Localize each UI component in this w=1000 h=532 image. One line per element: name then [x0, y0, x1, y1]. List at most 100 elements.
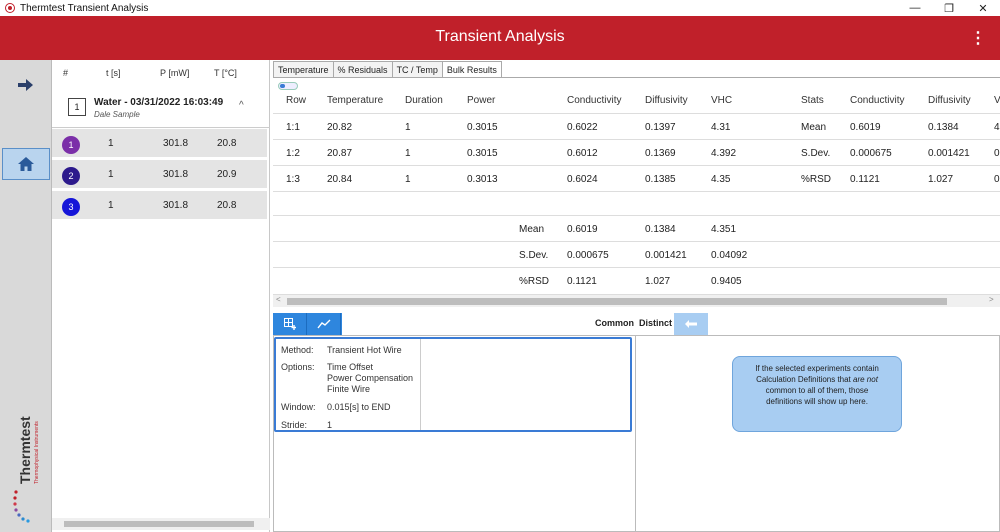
bulk-results-grid: Row Temperature Duration Power Conductiv…	[273, 77, 1000, 310]
cell-vhc: 4.35	[711, 174, 731, 185]
minimize-button[interactable]: —	[898, 0, 932, 16]
cell-stat-label: %RSD	[801, 174, 832, 185]
sample-subtitle: Dale Sample	[94, 110, 140, 119]
calculation-definition-card[interactable]: Method: Transient Hot Wire Options: Time…	[274, 337, 632, 432]
cell-stat-conductivity: 0.000675	[850, 148, 892, 159]
list-horizontal-scrollbar[interactable]	[52, 518, 270, 530]
cell-diffusivity: 0.1385	[645, 174, 676, 185]
summary-diffusivity: 0.1384	[645, 224, 676, 235]
summary-row: %RSD 0.1121 1.027 0.9405	[273, 267, 1000, 292]
thermtest-logo: Thermtest Thermophysical Instruments	[13, 416, 40, 523]
maximize-button[interactable]: ❐	[932, 0, 966, 16]
cell-stat-diffusivity: 1.027	[928, 174, 954, 185]
home-button[interactable]	[2, 148, 50, 180]
move-back-button[interactable]	[674, 313, 708, 335]
info-message-box: If the selected experiments contain Calc…	[732, 356, 902, 432]
view-mode-toolbar	[273, 313, 342, 335]
summary-label: Mean	[519, 224, 545, 235]
experiment-power: 301.8	[163, 200, 189, 211]
experiment-time: 1	[108, 200, 114, 211]
table-row-empty	[273, 191, 1000, 215]
column-header-diffusivity: Diffusivity	[645, 95, 688, 106]
sample-group-header[interactable]: 1 Water - 03/31/2022 16:03:49 Dale Sampl…	[52, 88, 270, 128]
cell-power: 0.3015	[467, 122, 498, 133]
tab-tc-temp[interactable]: TC / Temp	[391, 61, 443, 77]
experiment-row[interactable]: 1 1 301.8 20.8	[52, 129, 267, 159]
summary-conductivity: 0.6019	[567, 224, 598, 235]
column-header-vhc: VHC	[711, 95, 733, 106]
cell-row: 1:2	[286, 148, 300, 159]
grid-horizontal-scrollbar[interactable]: < >	[273, 294, 1000, 307]
cell-stat-diffusivity: 0.001421	[928, 148, 970, 159]
cell-stat-label: S.Dev.	[801, 148, 831, 159]
column-header-stats: Stats	[801, 95, 824, 106]
more-menu-icon[interactable]: ⋮	[970, 28, 986, 48]
experiment-list-panel: # t [s] P [mW] T [°C] 1 Water - 03/31/20…	[52, 60, 270, 532]
app-logo-icon	[5, 3, 15, 13]
summary-diffusivity: 1.027	[645, 276, 671, 287]
list-header-power: P [mW]	[160, 68, 190, 78]
cell-stat-vhc: 0	[994, 148, 1000, 159]
table-add-icon	[283, 318, 296, 330]
cell-conductivity: 0.6024	[567, 174, 598, 185]
column-header-stats-vhc: V	[994, 95, 1000, 106]
arrow-left-icon	[685, 320, 697, 328]
grid-scrollbar-thumb[interactable]	[287, 298, 947, 305]
close-button[interactable]: ✕	[966, 0, 1000, 16]
cell-stat-conductivity: 0.6019	[850, 122, 881, 133]
table-row[interactable]: 1:3 20.84 1 0.3013 0.6024 0.1385 4.35 %R…	[273, 165, 1000, 190]
chart-view-button[interactable]	[307, 313, 341, 335]
stride-label: Stride:	[281, 420, 308, 430]
list-header-temperature: T [°C]	[214, 68, 237, 78]
column-header-row: Row	[286, 95, 307, 106]
cell-conductivity: 0.6012	[567, 148, 598, 159]
pin-toggle[interactable]	[278, 82, 298, 90]
experiment-row[interactable]: 2 1 301.8 20.9	[52, 160, 267, 190]
window-label: Window:	[281, 402, 316, 412]
summary-row: Mean 0.6019 0.1384 4.351	[273, 215, 1000, 240]
tab-temperature[interactable]: Temperature	[273, 61, 334, 77]
distinct-definitions-pane: If the selected experiments contain Calc…	[636, 335, 1000, 532]
table-view-button[interactable]	[273, 313, 307, 335]
list-scrollbar-thumb[interactable]	[64, 521, 254, 527]
column-header-stats-diffusivity: Diffusivity	[928, 95, 971, 106]
experiment-number-badge: 1	[62, 136, 80, 154]
scroll-right-arrow-icon[interactable]: >	[989, 295, 994, 304]
line-chart-icon	[316, 319, 330, 329]
table-row[interactable]: 1:1 20.82 1 0.3015 0.6022 0.1397 4.31 Me…	[273, 113, 1000, 138]
distinct-label: Distinct	[639, 318, 673, 328]
method-value: Transient Hot Wire	[327, 345, 402, 355]
cell-stat-diffusivity: 0.1384	[928, 122, 959, 133]
result-tabs: Temperature % Residuals TC / Temp Bulk R…	[273, 61, 502, 77]
table-row[interactable]: 1:2 20.87 1 0.3015 0.6012 0.1369 4.392 S…	[273, 139, 1000, 164]
summary-vhc: 0.04092	[711, 250, 748, 261]
tab-bulk-results[interactable]: Bulk Results	[441, 61, 502, 77]
cell-vhc: 4.31	[711, 122, 731, 133]
cell-temperature: 20.82	[327, 122, 353, 133]
scroll-left-arrow-icon[interactable]: <	[276, 295, 281, 304]
summary-label: S.Dev.	[519, 250, 549, 261]
info-line: common to all of them, those	[765, 386, 869, 395]
cell-stat-vhc: 0	[994, 174, 1000, 185]
experiment-temperature: 20.9	[217, 169, 237, 180]
cell-conductivity: 0.6022	[567, 122, 598, 133]
chevron-up-icon[interactable]: ^	[239, 100, 244, 111]
page-title: Transient Analysis	[435, 28, 565, 45]
info-text: Calculation Definitions that	[756, 375, 854, 384]
cell-vhc: 4.392	[711, 148, 737, 159]
summary-conductivity: 0.000675	[567, 250, 609, 261]
tab-residuals[interactable]: % Residuals	[332, 61, 393, 77]
experiment-row[interactable]: 3 1 301.8 20.8	[52, 191, 267, 221]
stride-value: 1	[327, 420, 333, 430]
method-label: Method:	[281, 345, 314, 355]
column-header-power: Power	[467, 95, 496, 106]
column-header-conductivity: Conductivity	[567, 95, 622, 106]
column-header-temperature: Temperature	[327, 95, 384, 106]
option-item: Finite Wire	[327, 384, 371, 394]
experiment-number-badge: 2	[62, 167, 80, 185]
forward-arrow-button[interactable]	[0, 72, 52, 98]
info-line: If the selected experiments contain	[755, 364, 879, 373]
common-definitions-pane: Method: Transient Hot Wire Options: Time…	[273, 335, 636, 532]
summary-conductivity: 0.1121	[567, 276, 597, 287]
option-item: Time Offset	[327, 362, 374, 372]
